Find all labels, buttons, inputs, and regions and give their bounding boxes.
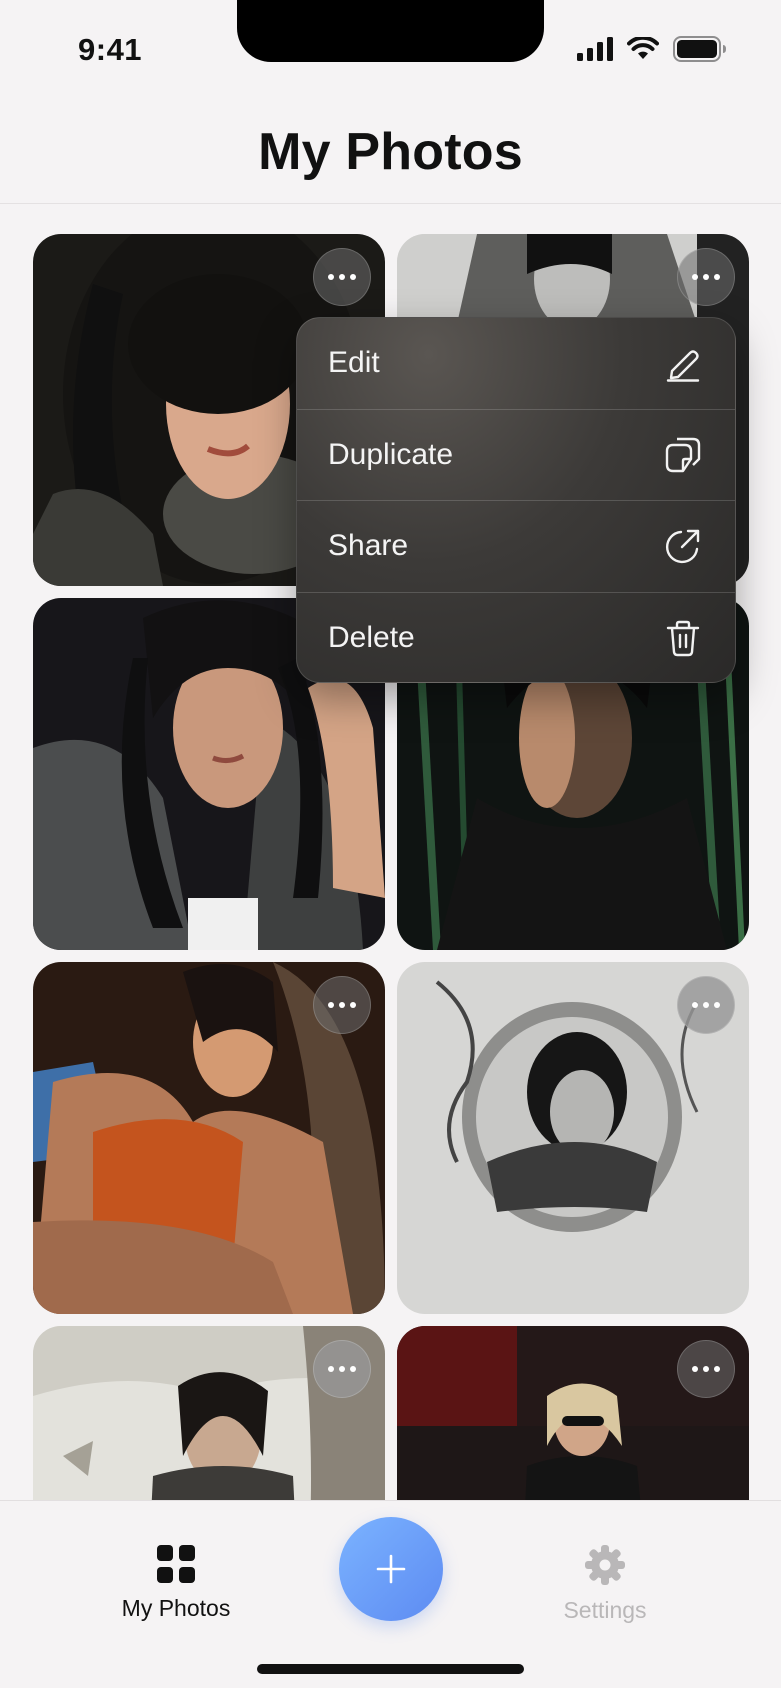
duplicate-icon [663,435,703,475]
menu-item-duplicate[interactable]: Duplicate [297,410,735,501]
share-icon [663,526,703,566]
photo-grid [0,0,781,1500]
photo-card[interactable] [33,1326,385,1500]
add-photo-button[interactable] [339,1517,443,1621]
tab-my-photos[interactable]: My Photos [91,1545,261,1622]
menu-item-label: Edit [328,346,380,380]
gear-icon [585,1545,625,1585]
trash-icon [663,618,703,658]
menu-item-label: Delete [328,621,415,655]
menu-item-edit[interactable]: Edit [297,318,735,410]
home-indicator [257,1664,524,1674]
more-options-button[interactable] [313,248,371,306]
grid-icon [157,1545,195,1583]
more-options-button[interactable] [313,1340,371,1398]
photo-card[interactable] [397,1326,749,1500]
menu-item-label: Share [328,529,409,563]
menu-item-share[interactable]: Share [297,501,735,593]
pencil-icon [663,343,703,383]
page-title: My Photos [258,122,523,181]
header: My Photos [0,100,781,204]
context-menu: Edit Duplicate Share Delete [296,317,736,683]
menu-item-label: Duplicate [328,437,454,471]
tab-bar: My Photos Settings [0,1500,781,1688]
more-options-button[interactable] [677,248,735,306]
tab-settings[interactable]: Settings [520,1545,690,1624]
photo-card[interactable] [397,962,749,1314]
tab-label: Settings [563,1597,647,1623]
more-options-button[interactable] [313,976,371,1034]
menu-item-delete[interactable]: Delete [297,593,735,683]
more-options-button[interactable] [677,1340,735,1398]
more-options-button[interactable] [677,976,735,1034]
plus-icon [376,1554,406,1584]
tab-label: My Photos [121,1595,231,1621]
photo-card[interactable] [33,962,385,1314]
